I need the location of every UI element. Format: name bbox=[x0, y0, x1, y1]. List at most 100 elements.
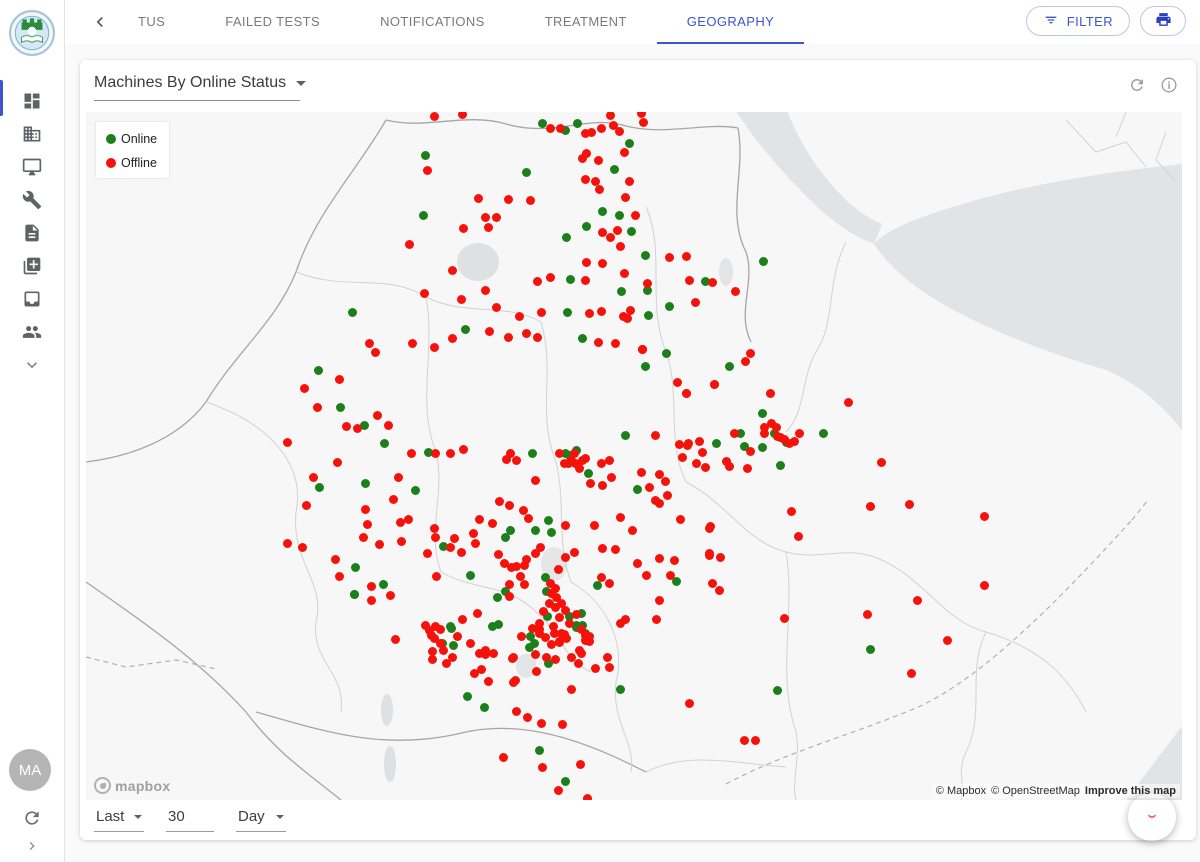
machine-dot-online[interactable] bbox=[461, 325, 470, 334]
machine-dot-offline[interactable] bbox=[594, 338, 603, 347]
refresh-icon[interactable] bbox=[1128, 76, 1146, 99]
mapbox-logo[interactable]: mapbox bbox=[94, 777, 170, 794]
machine-dot-offline[interactable] bbox=[466, 639, 475, 648]
machine-dot-offline[interactable] bbox=[766, 389, 775, 398]
machine-dot-offline[interactable] bbox=[484, 223, 493, 232]
machine-dot-offline[interactable] bbox=[531, 476, 540, 485]
machine-dot-offline[interactable] bbox=[682, 252, 691, 261]
machine-dot-offline[interactable] bbox=[574, 659, 583, 668]
machine-dot-online[interactable] bbox=[616, 685, 625, 694]
avatar[interactable]: MA bbox=[9, 749, 51, 791]
machine-dot-online[interactable] bbox=[615, 211, 624, 220]
machine-dot-offline[interactable] bbox=[485, 327, 494, 336]
machine-dot-offline[interactable] bbox=[666, 571, 675, 580]
machine-dot-offline[interactable] bbox=[484, 677, 493, 686]
machine-dot-offline[interactable] bbox=[583, 794, 592, 801]
machine-dot-offline[interactable] bbox=[432, 572, 441, 581]
machine-dot-online[interactable] bbox=[644, 311, 653, 320]
machine-dot-offline[interactable] bbox=[405, 240, 414, 249]
machine-dot-online[interactable] bbox=[421, 151, 430, 160]
machine-dot-online[interactable] bbox=[598, 207, 607, 216]
machine-dot-online[interactable] bbox=[531, 526, 540, 535]
machine-dot-offline[interactable] bbox=[682, 389, 691, 398]
range-unit-select[interactable]: Day bbox=[236, 806, 286, 832]
machine-dot-online[interactable] bbox=[566, 275, 575, 284]
tab-treatment[interactable]: TREATMENT bbox=[515, 0, 657, 44]
machine-dot-online[interactable] bbox=[547, 528, 556, 537]
machine-dot-offline[interactable] bbox=[431, 622, 440, 631]
machine-dot-offline[interactable] bbox=[730, 429, 739, 438]
machine-dot-offline[interactable] bbox=[473, 609, 482, 618]
machine-dot-online[interactable] bbox=[350, 590, 359, 599]
machine-dot-offline[interactable] bbox=[587, 128, 596, 137]
machine-dot-offline[interactable] bbox=[407, 449, 416, 458]
machine-dot-offline[interactable] bbox=[430, 524, 439, 533]
machine-dot-offline[interactable] bbox=[471, 539, 480, 548]
machine-dot-online[interactable] bbox=[621, 431, 630, 440]
machine-dot-offline[interactable] bbox=[457, 295, 466, 304]
machine-dot-offline[interactable] bbox=[611, 545, 620, 554]
machine-dot-offline[interactable] bbox=[522, 555, 531, 564]
machine-dot-offline[interactable] bbox=[751, 736, 760, 745]
machine-dot-offline[interactable] bbox=[365, 339, 374, 348]
machine-dot-offline[interactable] bbox=[551, 603, 560, 612]
machine-dot-offline[interactable] bbox=[576, 760, 585, 769]
machine-dot-offline[interactable] bbox=[515, 312, 524, 321]
machine-dot-offline[interactable] bbox=[582, 258, 591, 267]
machine-dot-offline[interactable] bbox=[459, 445, 468, 454]
dashboard-icon[interactable] bbox=[0, 84, 64, 117]
machine-dot-offline[interactable] bbox=[531, 650, 540, 659]
machine-dot-offline[interactable] bbox=[508, 654, 517, 663]
machine-dot-offline[interactable] bbox=[469, 529, 478, 538]
machine-dot-offline[interactable] bbox=[481, 286, 490, 295]
machine-dot-offline[interactable] bbox=[477, 665, 486, 674]
machine-dot-offline[interactable] bbox=[643, 279, 652, 288]
machine-dot-online[interactable] bbox=[625, 139, 634, 148]
machine-dot-online[interactable] bbox=[866, 645, 875, 654]
machine-dot-online[interactable] bbox=[665, 302, 674, 311]
machine-dot-offline[interactable] bbox=[676, 515, 685, 524]
machine-dot-offline[interactable] bbox=[620, 269, 629, 278]
machine-dot-offline[interactable] bbox=[741, 357, 750, 366]
machine-dot-offline[interactable] bbox=[442, 659, 451, 668]
machine-dot-offline[interactable] bbox=[495, 497, 504, 506]
machine-dot-offline[interactable] bbox=[499, 753, 508, 762]
machine-dot-online[interactable] bbox=[466, 571, 475, 580]
machine-dot-offline[interactable] bbox=[691, 298, 700, 307]
organization-icon[interactable] bbox=[0, 117, 64, 150]
machine-dot-offline[interactable] bbox=[577, 649, 586, 658]
machine-dot-offline[interactable] bbox=[537, 719, 546, 728]
machine-dot-offline[interactable] bbox=[605, 456, 614, 465]
tab-geography[interactable]: GEOGRAPHY bbox=[657, 0, 804, 44]
machine-dot-offline[interactable] bbox=[637, 112, 646, 118]
machine-dot-offline[interactable] bbox=[546, 273, 555, 282]
machine-dot-offline[interactable] bbox=[342, 422, 351, 431]
machine-dot-offline[interactable] bbox=[446, 449, 455, 458]
machine-dot-offline[interactable] bbox=[597, 573, 606, 582]
machine-dot-offline[interactable] bbox=[431, 449, 440, 458]
machine-dot-online[interactable] bbox=[562, 233, 571, 242]
machine-dot-offline[interactable] bbox=[298, 543, 307, 552]
machine-dot-online[interactable] bbox=[380, 439, 389, 448]
machine-dot-offline[interactable] bbox=[397, 537, 406, 546]
machine-dot-offline[interactable] bbox=[283, 539, 292, 548]
machine-dot-online[interactable] bbox=[641, 251, 650, 260]
machine-dot-offline[interactable] bbox=[300, 384, 309, 393]
machine-dot-offline[interactable] bbox=[645, 483, 654, 492]
machine-dot-online[interactable] bbox=[641, 362, 650, 371]
expand-more-icon[interactable] bbox=[0, 348, 64, 381]
machine-dot-offline[interactable] bbox=[448, 266, 457, 275]
machine-dot-offline[interactable] bbox=[371, 348, 380, 357]
machine-dot-offline[interactable] bbox=[620, 148, 629, 157]
machine-dot-offline[interactable] bbox=[333, 458, 342, 467]
machine-dot-online[interactable] bbox=[535, 746, 544, 755]
machine-dot-offline[interactable] bbox=[621, 193, 630, 202]
machine-dot-offline[interactable] bbox=[772, 423, 781, 432]
machine-dot-offline[interactable] bbox=[655, 554, 664, 563]
reports-icon[interactable] bbox=[0, 216, 64, 249]
machine-dot-offline[interactable] bbox=[384, 421, 393, 430]
machine-dot-offline[interactable] bbox=[652, 615, 661, 624]
machine-dot-online[interactable] bbox=[480, 703, 489, 712]
machine-dot-online[interactable] bbox=[544, 516, 553, 525]
machine-dot-offline[interactable] bbox=[436, 639, 445, 648]
